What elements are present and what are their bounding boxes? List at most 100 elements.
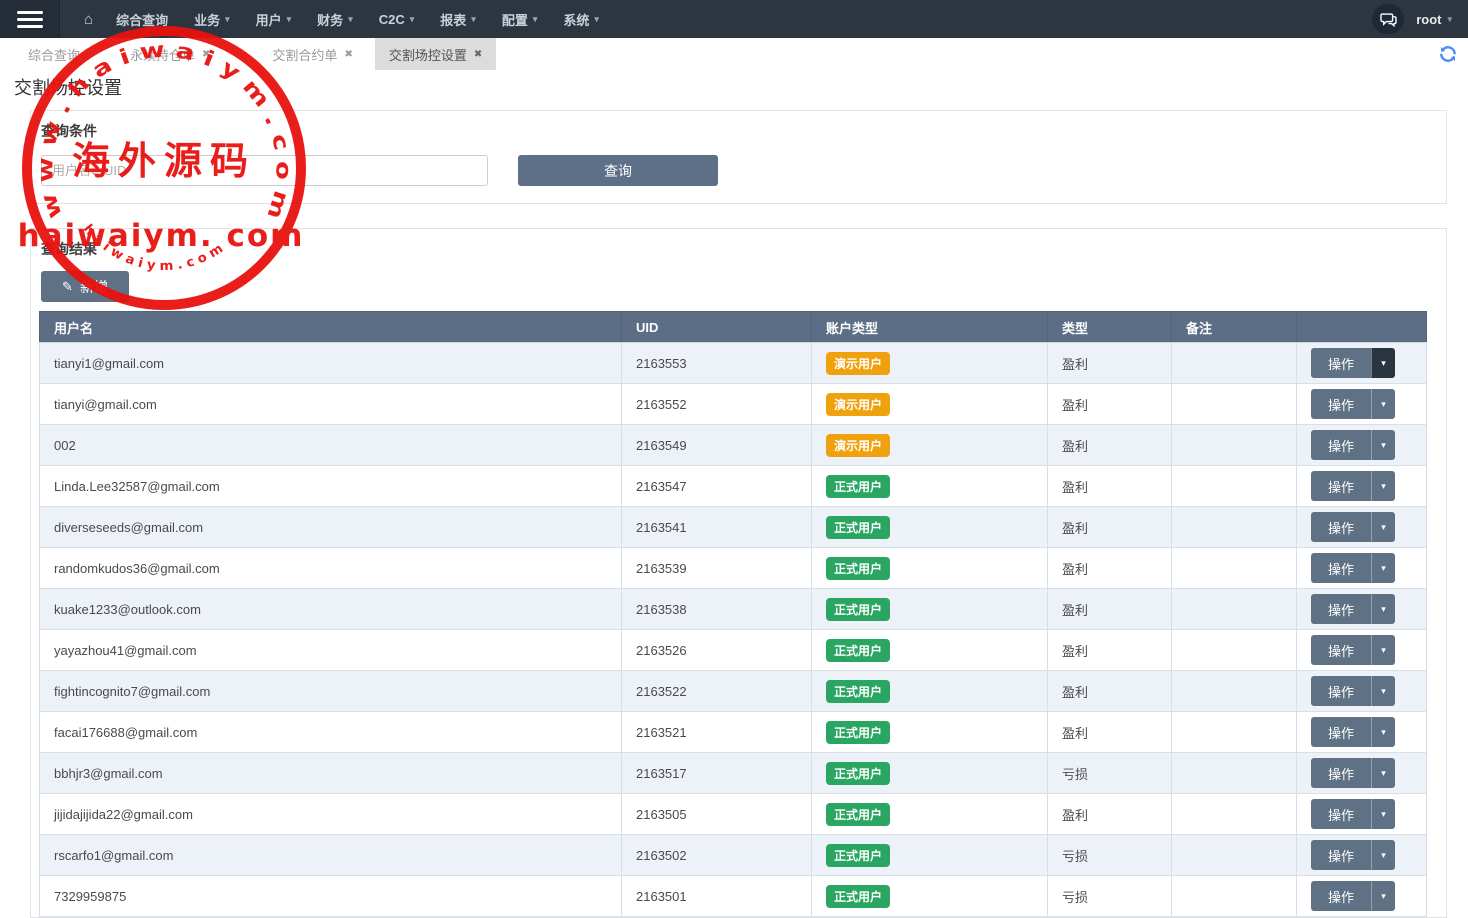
cell-actions: 操作 ▾ [1297,589,1427,630]
query-panel: 查询条件 查询 [30,110,1447,204]
chevron-down-icon: ▾ [410,14,415,25]
cell-remark [1172,548,1297,589]
navbar-menu-item[interactable]: 业务 ▾ [181,0,243,38]
action-button[interactable]: 操作 [1311,881,1371,911]
action-dropdown-toggle[interactable]: ▾ [1371,676,1395,706]
cell-remark [1172,630,1297,671]
navbar-menu-item[interactable]: 配置 ▾ [489,0,551,38]
refresh-icon[interactable] [1438,44,1460,66]
table-row: yayazhou41@gmail.com 2163526 正式用户 盈利 操作 … [40,630,1427,671]
action-button[interactable]: 操作 [1311,430,1371,460]
action-dropdown-toggle[interactable]: ▾ [1371,635,1395,665]
cell-username: tianyi@gmail.com [40,384,622,425]
navbar-menu-item[interactable]: 用户 ▾ [243,0,305,38]
action-button[interactable]: 操作 [1311,717,1371,747]
action-dropdown-toggle[interactable]: ▾ [1371,430,1395,460]
action-dropdown-toggle[interactable]: ▾ [1371,799,1395,829]
pencil-icon: ✎ [62,279,73,295]
home-icon[interactable]: ⌂ [84,11,93,28]
navbar-menu-item[interactable]: C2C ▾ [366,0,428,38]
result-section-title: 查询结果 [41,239,97,259]
action-dropdown-toggle[interactable]: ▾ [1371,389,1395,419]
close-icon[interactable]: ✖ [344,49,352,60]
navbar-menu-item-label: C2C [379,12,405,27]
action-button-group: 操作 ▾ [1311,676,1395,706]
table-row: diverseseeds@gmail.com 2163541 正式用户 盈利 操… [40,507,1427,548]
cell-uid: 2163549 [622,425,812,466]
cell-type: 亏损 [1048,876,1172,917]
action-dropdown-toggle[interactable]: ▾ [1371,553,1395,583]
action-dropdown-toggle[interactable]: ▾ [1371,594,1395,624]
chevron-down-icon: ▾ [225,14,230,25]
cell-actions: 操作 ▾ [1297,712,1427,753]
action-button[interactable]: 操作 [1311,553,1371,583]
navbar-menu-item[interactable]: 系统 ▾ [550,0,612,38]
action-button[interactable]: 操作 [1311,471,1371,501]
close-icon[interactable]: ✖ [474,49,482,60]
account-type-badge: 正式用户 [826,598,890,621]
action-dropdown-toggle[interactable]: ▾ [1371,840,1395,870]
cell-username: kuake1233@outlook.com [40,589,622,630]
tab[interactable]: 交割合约单 ✖ [258,38,366,70]
action-button[interactable]: 操作 [1311,594,1371,624]
tab-bar: 综合查询 ✖ 永续持仓单 ✖ 交割合约单 ✖ 交割场控设置 ✖ [0,38,1468,70]
cell-account-type: 正式用户 [812,589,1048,630]
close-icon[interactable]: ✖ [202,49,210,60]
navbar-menu-item[interactable]: 综合查询 ▾ [103,0,181,38]
cell-actions: 操作 ▾ [1297,548,1427,589]
action-dropdown-toggle[interactable]: ▾ [1371,881,1395,911]
navbar-menu-item-label: 用户 [256,10,282,29]
tab[interactable]: 综合查询 ✖ [14,38,94,70]
action-button[interactable]: 操作 [1311,389,1371,419]
cell-username: yayazhou41@gmail.com [40,630,622,671]
tab[interactable]: 交割场控设置 ✖ [375,38,496,70]
cell-actions: 操作 ▾ [1297,384,1427,425]
cell-uid: 2163547 [622,466,812,507]
chat-icon[interactable] [1372,4,1404,34]
chat-bubbles-glyph [1380,12,1397,27]
action-dropdown-toggle[interactable]: ▾ [1371,717,1395,747]
cell-remark [1172,466,1297,507]
cell-uid: 2163541 [622,507,812,548]
action-button-group: 操作 ▾ [1311,553,1395,583]
action-button[interactable]: 操作 [1311,635,1371,665]
action-dropdown-toggle[interactable]: ▾ [1371,471,1395,501]
cell-username: rscarfo1@gmail.com [40,835,622,876]
action-dropdown-toggle[interactable]: ▾ [1371,348,1395,378]
account-type-badge: 正式用户 [826,762,890,785]
add-button[interactable]: ✎ 新增 [41,271,129,302]
cell-username: jijidajijida22@gmail.com [40,794,622,835]
cell-account-type: 演示用户 [812,384,1048,425]
action-button-group: 操作 ▾ [1311,512,1395,542]
table-header-row: 用户名 UID 账户类型 类型 备注 [40,312,1427,343]
hamburger-menu-icon[interactable] [0,0,60,38]
cell-username: Linda.Lee32587@gmail.com [40,466,622,507]
cell-type: 盈利 [1048,466,1172,507]
action-button[interactable]: 操作 [1311,840,1371,870]
query-button[interactable]: 查询 [518,155,718,186]
cell-remark [1172,507,1297,548]
action-button[interactable]: 操作 [1311,348,1371,378]
cell-uid: 2163552 [622,384,812,425]
action-button-group: 操作 ▾ [1311,430,1395,460]
action-button[interactable]: 操作 [1311,799,1371,829]
user-menu[interactable]: root ▾ [1416,12,1452,27]
navbar-menu-item[interactable]: 财务 ▾ [304,0,366,38]
tab[interactable]: 永续持仓单 ✖ [116,38,224,70]
search-input[interactable] [41,155,488,186]
cell-account-type: 正式用户 [812,548,1048,589]
action-dropdown-toggle[interactable]: ▾ [1371,512,1395,542]
tab-label: 交割合约单 [272,45,337,64]
cell-username: facai176688@gmail.com [40,712,622,753]
action-button[interactable]: 操作 [1311,512,1371,542]
navbar-menu-item[interactable]: 报表 ▾ [427,0,489,38]
cell-remark [1172,712,1297,753]
action-button-group: 操作 ▾ [1311,799,1395,829]
cell-type: 亏损 [1048,753,1172,794]
action-button[interactable]: 操作 [1311,676,1371,706]
account-type-badge: 正式用户 [826,475,890,498]
cell-actions: 操作 ▾ [1297,425,1427,466]
action-dropdown-toggle[interactable]: ▾ [1371,758,1395,788]
action-button[interactable]: 操作 [1311,758,1371,788]
cell-account-type: 正式用户 [812,835,1048,876]
